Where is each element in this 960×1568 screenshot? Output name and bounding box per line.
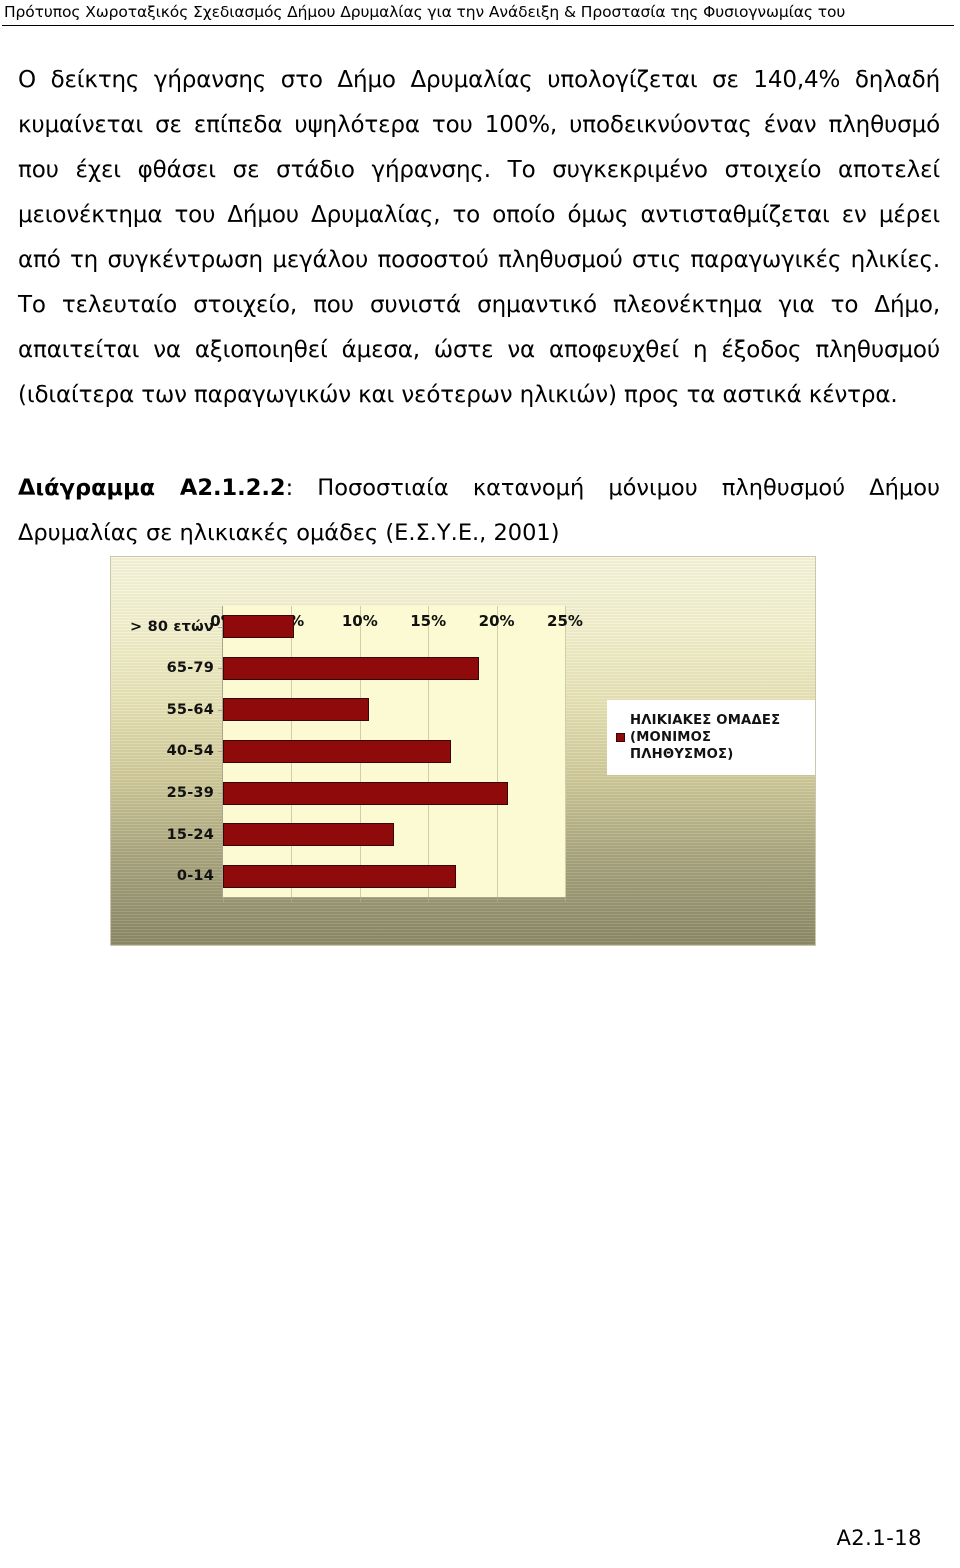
chart-bar <box>223 823 394 847</box>
legend-label-line2: (ΜΟΝΙΜΟΣ ΠΛΗΘΥΣΜΟΣ) <box>630 730 734 762</box>
chart-gridline <box>565 606 566 897</box>
y-axis-category-label: > 80 ετών <box>129 618 214 635</box>
chart-bar-row: 0-14 <box>177 855 565 897</box>
x-axis-tick-mark <box>496 897 498 902</box>
x-axis-tick-mark <box>291 897 293 902</box>
x-axis-tick-mark <box>565 897 566 902</box>
figure-caption-label: Διάγραμμα Α2.1.2.2 <box>18 475 286 501</box>
chart-bar <box>223 864 456 888</box>
chart-bar-row: 25-39 <box>167 772 565 814</box>
header-divider-rule <box>2 25 954 26</box>
figure-caption: Διάγραμμα Α2.1.2.2: Ποσοστιαία κατανομή … <box>18 466 940 556</box>
page-number: A2.1-18 <box>836 1526 922 1550</box>
y-axis-tick-mark <box>218 793 223 795</box>
y-axis-category-label: 25-39 <box>166 785 214 802</box>
chart-bar <box>223 739 452 763</box>
legend-color-swatch-icon <box>616 733 625 742</box>
y-axis-tick-mark <box>218 709 223 711</box>
y-axis-category-label: 0-14 <box>176 868 214 885</box>
legend-label: ΗΛΙΚΙΑΚΕΣ ΟΜΑΔΕΣ (ΜΟΝΙΜΟΣ ΠΛΗΘΥΣΜΟΣ) <box>630 712 815 763</box>
chart-bar-row: 55-64 <box>167 689 565 731</box>
chart-bar-row: 65-79 <box>167 648 565 690</box>
y-axis-tick-mark <box>218 876 223 878</box>
chart-bar <box>223 781 508 805</box>
chart-bar-row: > 80 ετών <box>130 606 565 648</box>
chart-legend: ΗΛΙΚΙΑΚΕΣ ΟΜΑΔΕΣ (ΜΟΝΙΜΟΣ ΠΛΗΘΥΣΜΟΣ) <box>607 700 815 775</box>
page-footer: A2.1-18 <box>0 1526 960 1550</box>
y-axis-category-label: 40-54 <box>166 743 214 760</box>
chart-plot-area: 0%5%10%15%20%25%0-1415-2425-3940-5455-64… <box>130 606 583 902</box>
body-text-block: Ο δείκτης γήρανσης στο Δήμο Δρυμαλίας υπ… <box>18 58 940 418</box>
chart-bar-row: 15-24 <box>167 814 565 856</box>
x-axis-tick-mark <box>428 897 430 902</box>
y-axis-tick-mark <box>218 834 223 836</box>
page-header: Πρότυπος Χωροταξικός Σχεδιασμός Δήμου Δρ… <box>0 0 960 28</box>
y-axis-tick-mark <box>218 751 223 753</box>
age-distribution-bar-chart: 0%5%10%15%20%25%0-1415-2425-3940-5455-64… <box>110 556 816 946</box>
y-axis-category-label: 55-64 <box>166 701 214 718</box>
chart-bar-row: 40-54 <box>167 731 565 773</box>
x-axis-tick-mark <box>223 897 224 902</box>
y-axis-category-label: 15-24 <box>166 826 214 843</box>
running-header-title: Πρότυπος Χωροταξικός Σχεδιασμός Δήμου Δρ… <box>4 3 846 21</box>
chart-bar <box>223 615 295 639</box>
x-axis-tick-mark <box>359 897 361 902</box>
chart-bar <box>223 698 370 722</box>
legend-label-line1: ΗΛΙΚΙΑΚΕΣ ΟΜΑΔΕΣ <box>630 713 781 728</box>
y-axis-tick-mark <box>218 668 223 670</box>
chart-bar <box>223 656 479 680</box>
y-axis-tick-mark <box>218 626 223 628</box>
body-paragraph: Ο δείκτης γήρανσης στο Δήμο Δρυμαλίας υπ… <box>18 67 940 408</box>
y-axis-category-label: 65-79 <box>166 660 214 677</box>
